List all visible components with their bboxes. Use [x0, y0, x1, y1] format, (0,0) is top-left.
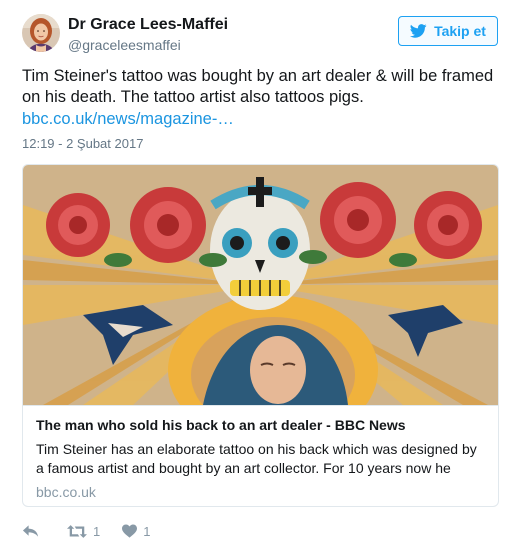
follow-button[interactable]: Takip et	[398, 16, 498, 46]
avatar[interactable]	[22, 14, 60, 52]
heart-icon	[122, 524, 138, 538]
link-preview-card[interactable]: The man who sold his back to an art deal…	[22, 164, 499, 507]
card-image	[23, 165, 498, 405]
tweet-actions: 1 1	[22, 521, 150, 541]
profile-photo-icon	[22, 14, 60, 52]
like-button[interactable]: 1	[122, 524, 150, 539]
tattoo-back-photo-icon	[23, 165, 498, 405]
tweet: Dr Grace Lees-Maffei @graceleesmaffei Ta…	[0, 0, 518, 556]
twitter-bird-icon	[410, 24, 427, 38]
tweet-timestamp[interactable]: 12:19 - 2 Şubat 2017	[22, 136, 143, 151]
reply-icon	[22, 525, 39, 537]
like-count: 1	[143, 523, 151, 539]
user-handle[interactable]: @graceleesmaffei	[68, 37, 181, 53]
display-name[interactable]: Dr Grace Lees-Maffei	[68, 16, 228, 34]
tweet-text: Tim Steiner's tattoo was bought by an ar…	[22, 66, 498, 108]
follow-button-label: Takip et	[434, 23, 486, 39]
retweet-count: 1	[93, 523, 101, 539]
retweet-icon	[67, 524, 87, 538]
card-title: The man who sold his back to an art deal…	[36, 417, 406, 433]
tweet-link[interactable]: bbc.co.uk/news/magazine-…	[22, 110, 234, 129]
tweet-body: Tim Steiner's tattoo was bought by an ar…	[22, 67, 494, 106]
card-description: Tim Steiner has an elaborate tattoo on h…	[36, 441, 477, 476]
retweet-button[interactable]: 1	[67, 524, 100, 539]
card-domain: bbc.co.uk	[36, 484, 96, 500]
reply-button[interactable]	[22, 524, 39, 538]
card-body: The man who sold his back to an art deal…	[23, 405, 498, 506]
